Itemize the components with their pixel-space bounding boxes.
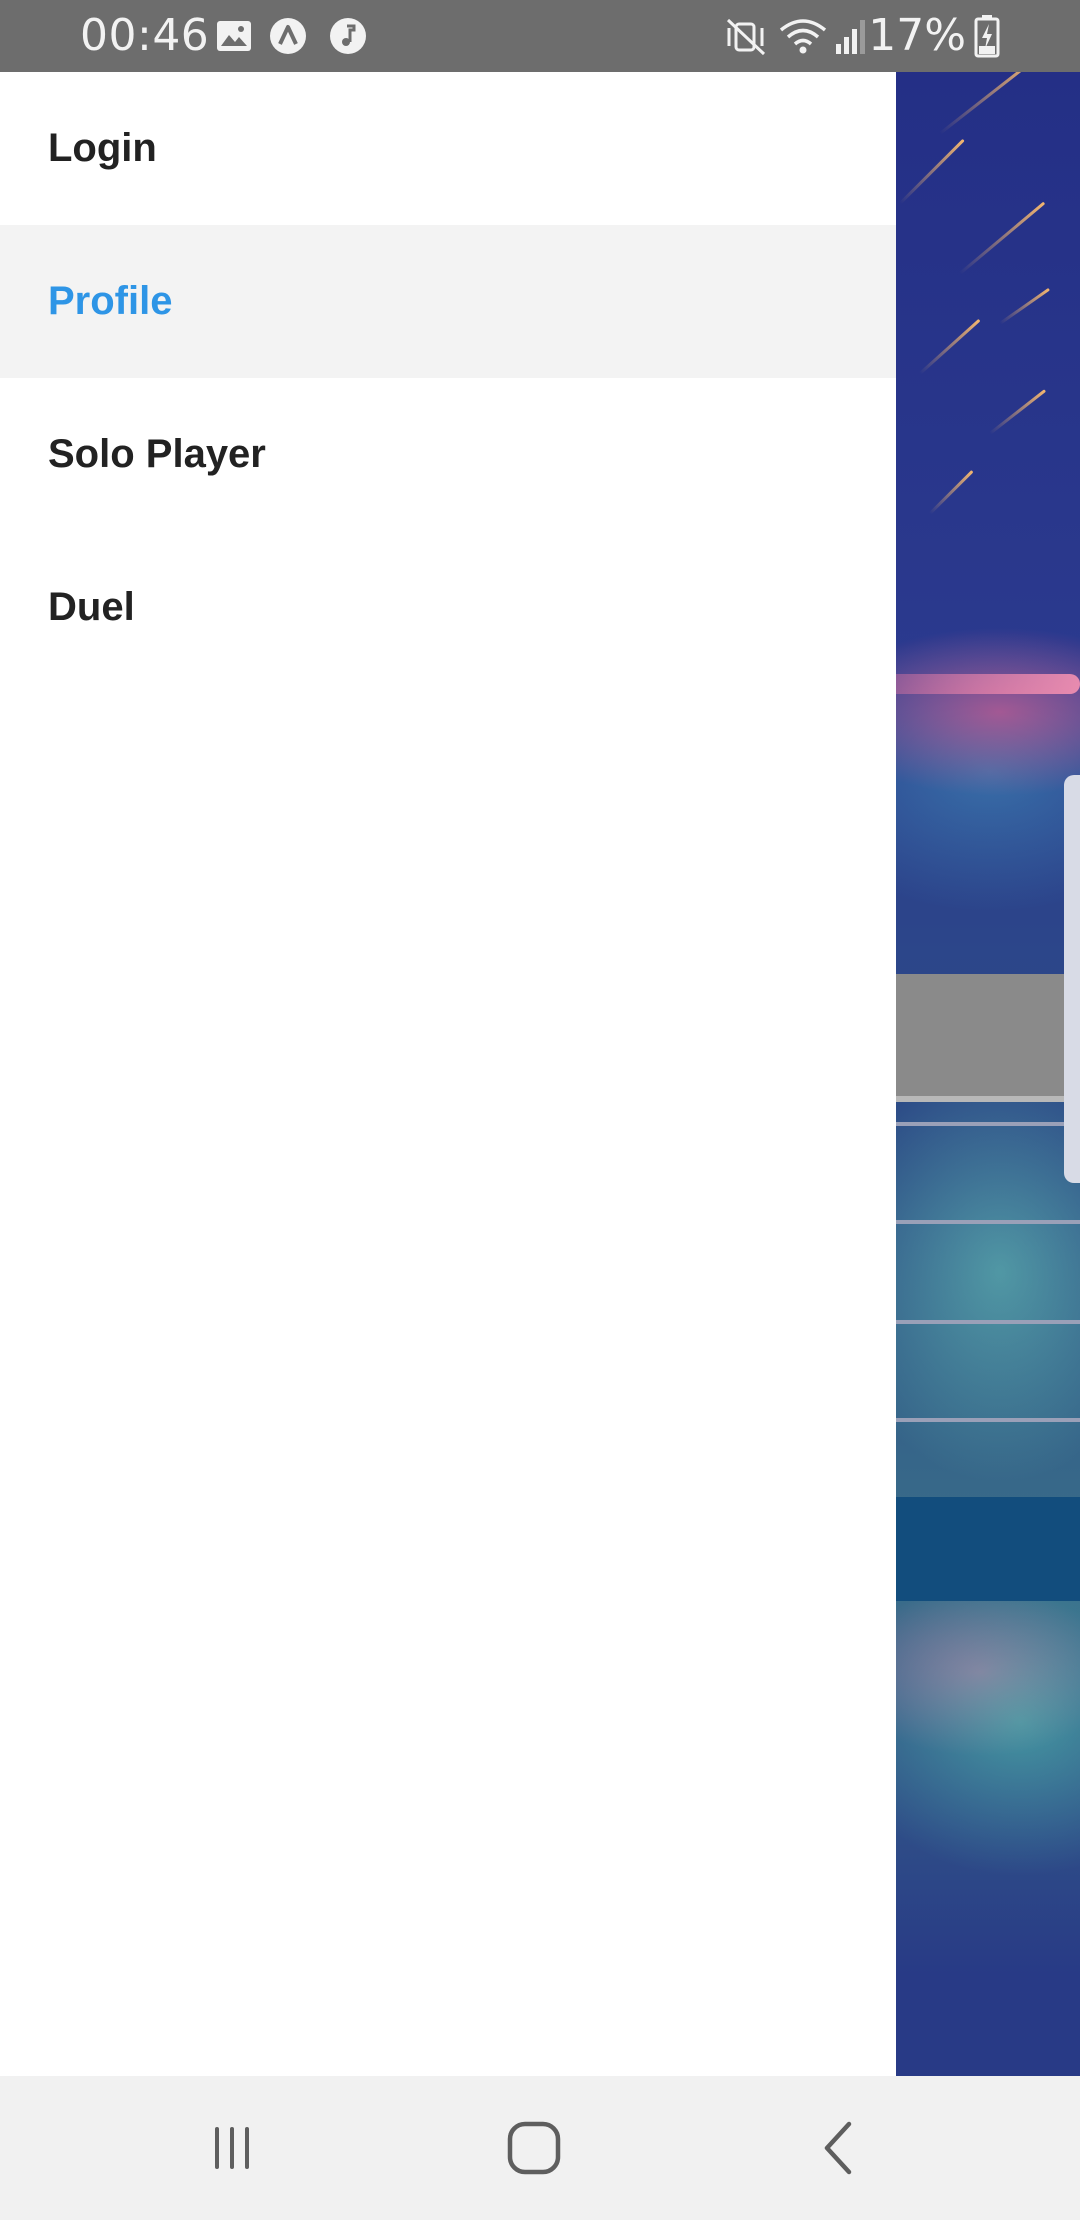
background-header-band bbox=[880, 974, 1080, 1102]
drawer-item-label: Login bbox=[48, 126, 157, 170]
background-scroll-handle bbox=[1064, 775, 1080, 1183]
background-glow-line bbox=[880, 674, 1080, 694]
home-button[interactable] bbox=[498, 2112, 570, 2184]
recent-apps-icon bbox=[215, 2127, 249, 2169]
system-navigation-bar bbox=[0, 2076, 1080, 2220]
drawer-item-label: Duel bbox=[48, 585, 135, 629]
battery-percent: 17% bbox=[868, 10, 966, 61]
drawer-item-label: Profile bbox=[48, 279, 173, 323]
background-row-divider bbox=[880, 1122, 1080, 1126]
back-button[interactable] bbox=[802, 2112, 874, 2184]
drawer-item-profile[interactable]: Profile bbox=[0, 225, 896, 378]
background-row-divider bbox=[880, 1418, 1080, 1422]
app-notification-icon bbox=[270, 18, 306, 54]
drawer-item-label: Solo Player bbox=[48, 432, 266, 476]
music-icon bbox=[330, 18, 366, 54]
background-row-divider bbox=[880, 1320, 1080, 1324]
drawer-item-solo-player[interactable]: Solo Player bbox=[0, 378, 896, 531]
back-icon bbox=[824, 2121, 852, 2175]
background-streak bbox=[999, 287, 1051, 325]
background-streak bbox=[918, 318, 981, 375]
drawer-item-login[interactable]: Login bbox=[0, 72, 896, 225]
status-time: 00:46 bbox=[80, 10, 210, 61]
navigation-drawer: Login Profile Solo Player Duel bbox=[0, 72, 896, 2076]
mute-vibrate-icon bbox=[726, 18, 766, 56]
gallery-icon bbox=[217, 21, 251, 51]
battery-charging-icon bbox=[974, 15, 1000, 58]
cellular-signal-icon bbox=[836, 20, 865, 54]
recent-apps-button[interactable] bbox=[196, 2112, 268, 2184]
background-streak bbox=[989, 389, 1047, 435]
home-icon bbox=[507, 2121, 561, 2175]
status-bar: 00:46 17% bbox=[0, 0, 1080, 72]
background-streak bbox=[928, 470, 974, 515]
drawer-item-duel[interactable]: Duel bbox=[0, 531, 896, 684]
background-row-divider bbox=[880, 1220, 1080, 1224]
wifi-icon bbox=[779, 19, 827, 54]
background-button-bar bbox=[880, 1497, 1080, 1601]
background-streak bbox=[959, 201, 1046, 275]
background-streak bbox=[898, 138, 965, 205]
